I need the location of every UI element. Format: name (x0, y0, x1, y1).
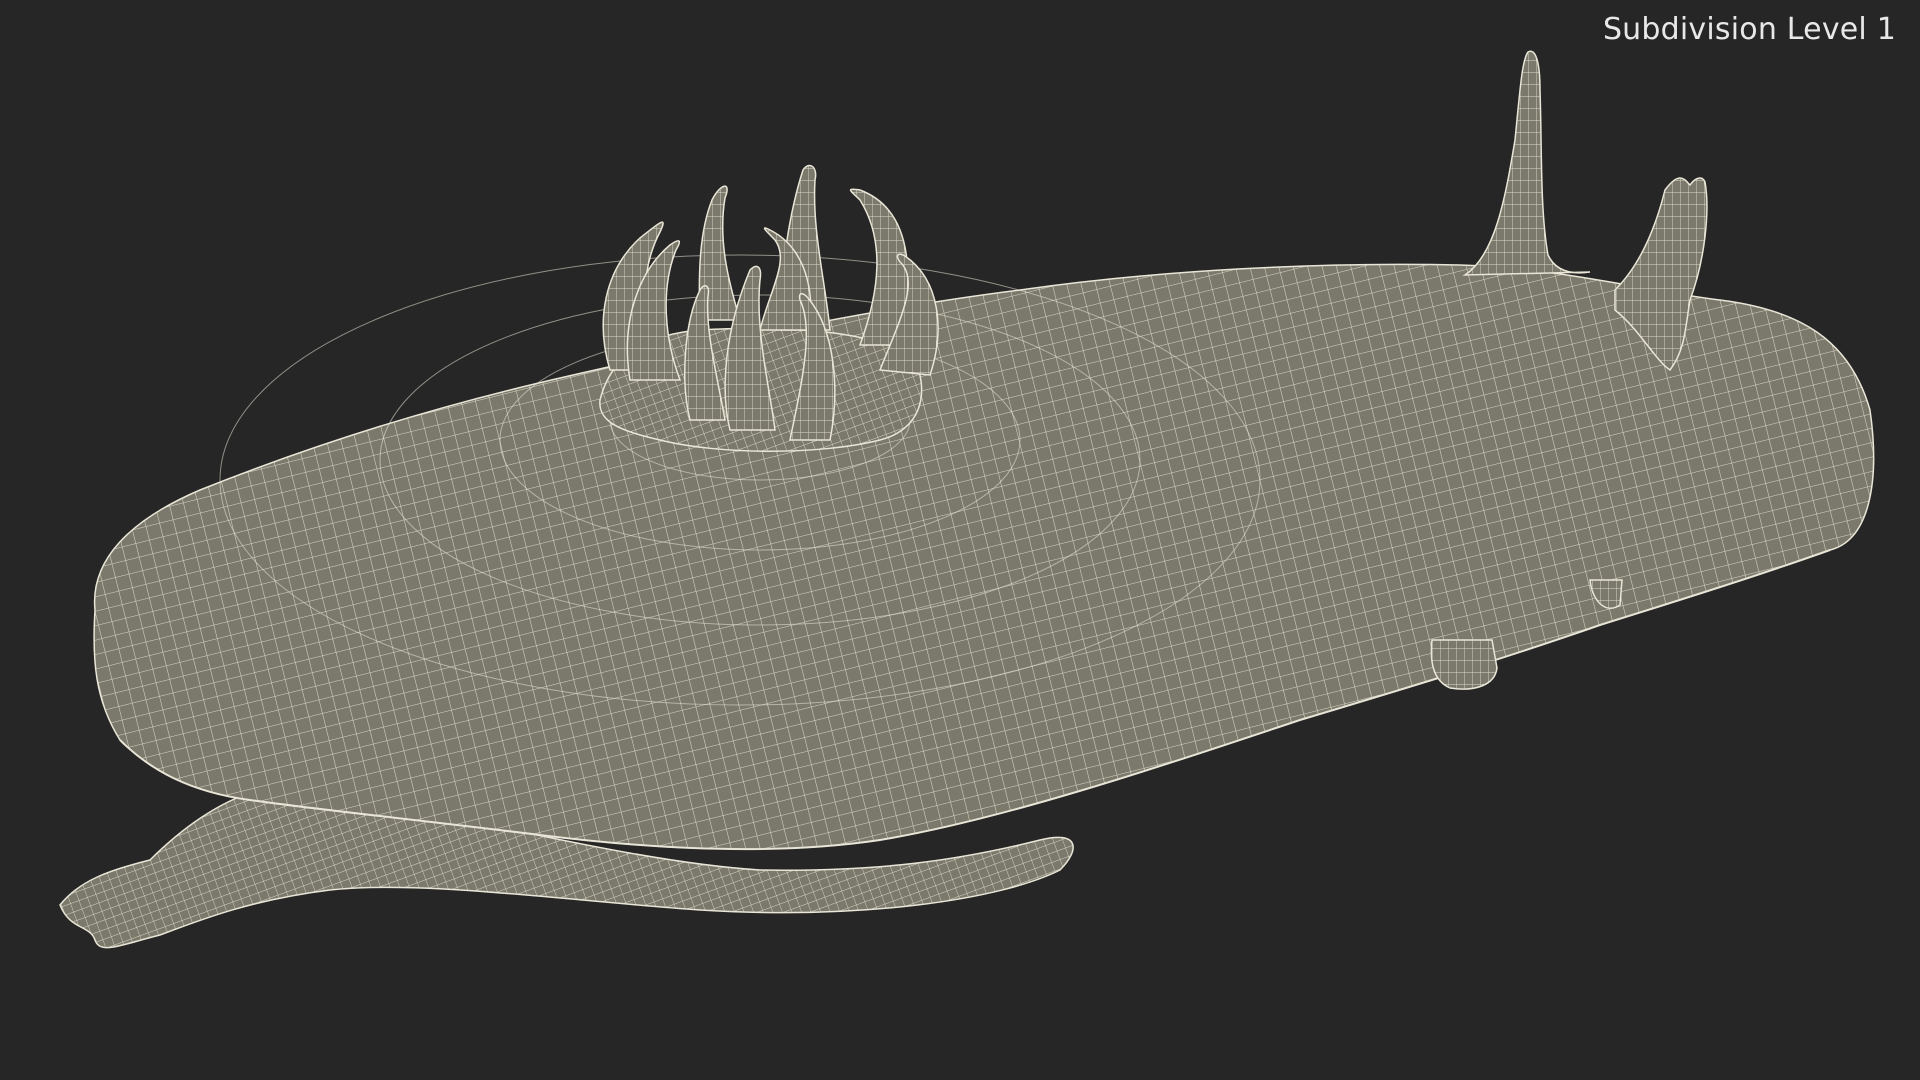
viewport: Subdivision Level 1 (0, 0, 1920, 1080)
gill-plume (599, 164, 939, 452)
mantle-body (93, 254, 1875, 851)
rhinophore-left (1462, 50, 1591, 276)
wireframe-model (59, 50, 1875, 949)
